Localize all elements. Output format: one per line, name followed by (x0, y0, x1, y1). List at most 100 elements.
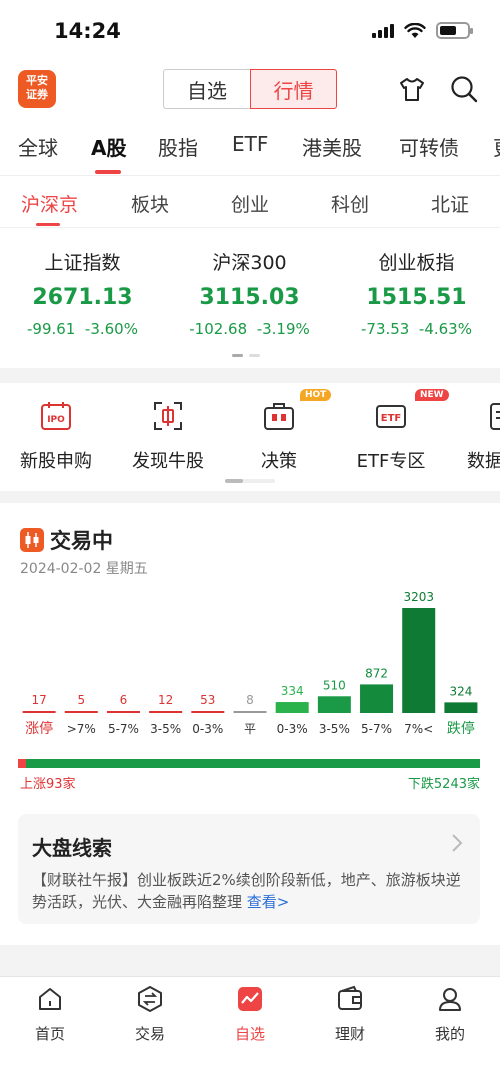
shortcut-decision[interactable]: 决策 (229, 399, 329, 473)
new-badge: NEW (415, 389, 449, 401)
cellular-signal-icon (372, 23, 394, 38)
bar-value-label: 17 (31, 693, 46, 707)
index-value: 3115.03 (199, 285, 300, 310)
nav-label: 自选 (234, 1025, 265, 1043)
bar-3 (149, 711, 183, 713)
tab-hk-us[interactable]: 港美股 (302, 132, 362, 161)
tab-a-share[interactable]: A股 (91, 132, 126, 161)
shortcut-label: 数据 (467, 451, 500, 472)
breadth-rise-fill (18, 759, 27, 768)
data-list-icon (490, 403, 500, 430)
bar-category-label: 5-7% (108, 722, 139, 736)
candlestick-icon (20, 528, 44, 552)
bottom-nav: 首页 交易 自选 理财 我的 (0, 976, 500, 1082)
index-name: 创业板指 (378, 252, 455, 274)
tab-etf[interactable]: ETF (232, 132, 268, 156)
hot-badge: HOT (300, 389, 332, 401)
index-change: -73.53 -4.63% (361, 320, 472, 338)
index-card-csi300[interactable]: 沪深300 3115.03 -102.68 -3.19% (167, 248, 332, 338)
shortcut-grid: IPO 新股申购 发现牛股 决策 HOT ETF ETF专区 NEW 数据 (0, 383, 500, 491)
shortcut-discover[interactable]: 发现牛股 (118, 399, 218, 473)
nav-watchlist[interactable]: 自选 (210, 985, 290, 1044)
shortcut-label: ETF专区 (356, 451, 426, 472)
tab-global[interactable]: 全球 (18, 132, 58, 161)
bar-category-label: 涨停 (25, 720, 53, 737)
bar-value-label: 872 (365, 666, 388, 680)
fall-count: 下跌5243家 (407, 777, 480, 792)
wifi-icon (404, 22, 426, 38)
briefcase-icon (264, 403, 294, 430)
bar-8 (360, 684, 394, 713)
market-clue-card[interactable]: 大盘线索 【财联社午报】创业板跌近2%续创阶段新低，地产、旅游板块逆势活跃，光伏… (18, 814, 480, 924)
nav-home[interactable]: 首页 (10, 985, 90, 1044)
subtab-sector[interactable]: 板块 (131, 190, 169, 217)
bar-6 (275, 702, 309, 713)
clue-more-link[interactable]: 查看> (247, 893, 290, 911)
bar-5 (233, 711, 267, 713)
wallet-icon (338, 985, 362, 1010)
subtab-chinext[interactable]: 创业 (231, 190, 269, 217)
market-tabs: 全球 A股 股指 ETF 港美股 可转债 更 (0, 118, 500, 176)
trend-chart-icon (238, 987, 262, 1011)
bar-value-label: 3203 (403, 590, 434, 604)
shortcut-scroll-indicator (225, 479, 275, 483)
breadth-bar (18, 759, 480, 768)
bar-value-label: 12 (158, 693, 173, 707)
trading-date: 2024-02-02 星期五 (20, 561, 148, 577)
bar-category-label: 7%< (404, 722, 433, 736)
shortcut-data[interactable]: 数据 (452, 399, 500, 473)
nav-finance[interactable]: 理财 (310, 985, 390, 1044)
bar-category-label: 3-5% (319, 722, 350, 736)
bar-category-label: 5-7% (361, 722, 392, 736)
segment-watchlist[interactable]: 自选 (163, 69, 250, 109)
tab-more[interactable]: 更 (493, 132, 500, 161)
bar-category-label: 0-3% (277, 722, 308, 736)
bar-value-label: 6 (120, 693, 128, 707)
distribution-bar-chart: 17 涨停 5 >7% 6 5-7% 12 3-5% 53 0-3% 8 平 334 0-3% 510 3-5… (22, 590, 478, 737)
app-logo[interactable]: 平安 证券 (18, 70, 56, 108)
home-icon (39, 988, 61, 1010)
page-dots (232, 354, 260, 357)
bar-7 (317, 696, 351, 713)
nav-trade[interactable]: 交易 (110, 985, 190, 1044)
index-change: -99.61 -3.60% (27, 320, 138, 338)
shortcut-etf[interactable]: ETF ETF专区 (341, 399, 441, 473)
bar-value-label: 53 (200, 693, 215, 707)
bar-value-label: 334 (281, 684, 304, 698)
shortcut-label: 发现牛股 (132, 451, 204, 472)
svg-text:IPO: IPO (47, 415, 65, 425)
index-name: 上证指数 (44, 252, 121, 274)
nav-label: 首页 (34, 1025, 65, 1043)
bar-value-label: 324 (449, 684, 472, 698)
bar-category-label: 3-5% (150, 722, 181, 736)
status-time: 14:24 (54, 19, 121, 43)
tshirt-icon[interactable] (397, 74, 427, 104)
index-card-chinext[interactable]: 创业板指 1515.51 -73.53 -4.63% (334, 248, 499, 338)
subtab-bse[interactable]: 北证 (431, 190, 469, 217)
tab-stock-index[interactable]: 股指 (158, 132, 198, 161)
index-cards: 上证指数 2671.13 -99.61 -3.60% 沪深300 3115.03… (0, 228, 500, 368)
subtab-star[interactable]: 科创 (331, 190, 369, 217)
rise-count: 上涨93家 (20, 777, 76, 792)
tab-convertible[interactable]: 可转债 (399, 132, 459, 161)
trading-title-text: 交易中 (50, 529, 113, 553)
subtab-hs-beijing[interactable]: 沪深京 (21, 190, 78, 217)
search-icon[interactable] (449, 74, 479, 104)
segment-control: 自选 行情 (163, 69, 337, 109)
nav-label: 交易 (134, 1025, 165, 1043)
exchange-icon (138, 986, 162, 1012)
bar-category-label: 0-3% (192, 722, 223, 736)
shortcut-ipo[interactable]: IPO 新股申购 (6, 399, 106, 473)
segment-market[interactable]: 行情 (250, 69, 337, 109)
tab-indicator (95, 170, 121, 174)
subtab-indicator (36, 223, 60, 226)
index-change: -102.68 -3.19% (189, 320, 310, 338)
nav-profile[interactable]: 我的 (410, 985, 490, 1044)
trading-title: 交易中 (20, 525, 113, 555)
bar-value-label: 5 (77, 693, 85, 707)
index-card-sse[interactable]: 上证指数 2671.13 -99.61 -3.60% (0, 248, 165, 338)
index-name: 沪深300 (212, 252, 287, 274)
battery-icon (436, 22, 473, 39)
shortcut-label: 新股申购 (20, 451, 92, 472)
bar-1 (64, 711, 98, 713)
